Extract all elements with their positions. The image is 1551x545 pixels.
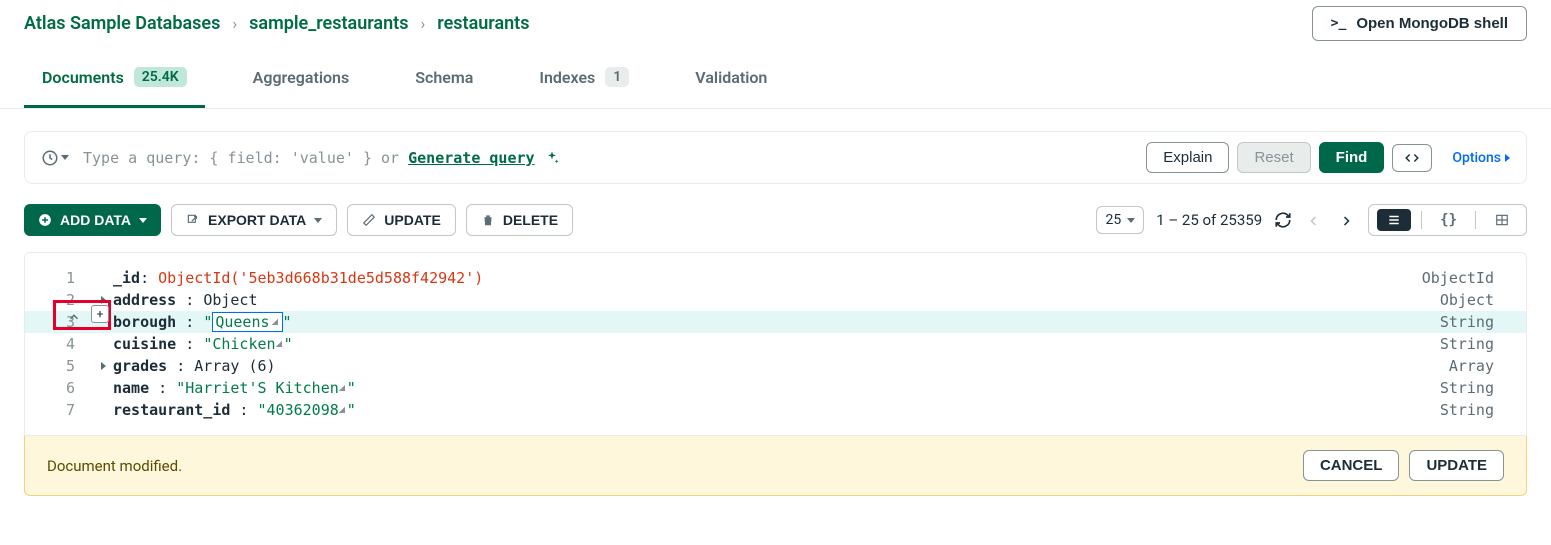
- doc-line-cuisine[interactable]: 4 cuisine : "Chicken"String: [25, 333, 1526, 355]
- query-bar: Type a query: { field: 'value' } or Gene…: [24, 131, 1527, 184]
- field-value-input[interactable]: Queens: [212, 312, 282, 332]
- chevron-right-icon: ›: [232, 14, 237, 33]
- export-data-label: EXPORT DATA: [208, 212, 306, 228]
- modified-footer: Document modified. CANCEL UPDATE: [24, 436, 1527, 496]
- list-icon: [1385, 213, 1403, 227]
- chevron-right-icon: ›: [420, 14, 425, 33]
- tabs: Documents 25.4K Aggregations Schema Inde…: [0, 47, 1551, 109]
- sparkle-icon: [544, 150, 560, 166]
- open-shell-button[interactable]: >_ Open MongoDB shell: [1312, 6, 1527, 41]
- expand-gutter[interactable]: [93, 362, 113, 370]
- query-input[interactable]: Type a query: { field: 'value' } or Gene…: [83, 149, 1132, 167]
- line-content[interactable]: restaurant_id : "40362098": [113, 401, 1440, 419]
- find-button[interactable]: Find: [1319, 142, 1385, 173]
- delete-label: DELETE: [503, 212, 558, 228]
- line-number: 1: [25, 269, 93, 287]
- query-placeholder: Type a query: { field: 'value' } or: [83, 149, 408, 167]
- page-size-select[interactable]: 25: [1096, 206, 1144, 234]
- options-label: Options: [1452, 150, 1501, 166]
- field-type: String: [1440, 401, 1510, 419]
- doc-line-_id[interactable]: 1 _id: ObjectId('5eb3d668b31de5d588f42942…: [25, 267, 1526, 289]
- tab-indexes[interactable]: Indexes 1: [521, 47, 647, 108]
- tab-validation[interactable]: Validation: [677, 47, 785, 108]
- field-type: Array: [1449, 357, 1510, 375]
- save-update-button[interactable]: UPDATE: [1409, 450, 1504, 481]
- tab-label: Schema: [415, 68, 473, 87]
- tab-aggregations[interactable]: Aggregations: [235, 47, 368, 108]
- cancel-button[interactable]: CANCEL: [1303, 450, 1400, 481]
- view-list-button[interactable]: [1377, 209, 1411, 231]
- footer-message: Document modified.: [47, 457, 182, 475]
- reset-button[interactable]: Reset: [1237, 142, 1310, 173]
- tab-schema[interactable]: Schema: [397, 47, 491, 108]
- document-panel: + 1 _id: ObjectId('5eb3d668b31de5d588f429…: [24, 252, 1527, 436]
- tab-badge: 25.4K: [134, 67, 187, 87]
- line-number: 6: [25, 379, 93, 397]
- tab-badge: 1: [605, 67, 629, 87]
- options-link[interactable]: Options: [1452, 150, 1510, 166]
- field-type: ObjectId: [1422, 269, 1510, 287]
- line-content[interactable]: name : "Harriet'S Kitchen": [113, 379, 1440, 397]
- tab-label: Indexes: [539, 68, 595, 87]
- collapse-icon[interactable]: [67, 306, 81, 325]
- line-content[interactable]: _id: ObjectId('5eb3d668b31de5d588f42942'…: [113, 269, 1422, 287]
- line-number: 4: [25, 335, 93, 353]
- history-icon[interactable]: [41, 149, 69, 167]
- breadcrumb-collection[interactable]: restaurants: [437, 13, 529, 34]
- line-content[interactable]: address : Object: [113, 291, 1440, 309]
- line-number: 7: [25, 401, 93, 419]
- page-size-value: 25: [1105, 212, 1121, 228]
- field-type: String: [1440, 313, 1510, 331]
- line-content[interactable]: borough : "Queens": [113, 313, 1440, 331]
- view-json-button[interactable]: {}: [1432, 208, 1465, 232]
- explain-button[interactable]: Explain: [1146, 142, 1229, 173]
- line-number: 5: [25, 357, 93, 375]
- field-type: String: [1440, 335, 1510, 353]
- tab-label: Documents: [42, 68, 124, 87]
- line-content[interactable]: cuisine : "Chicken": [113, 335, 1440, 353]
- field-type: String: [1440, 379, 1510, 397]
- breadcrumb-db[interactable]: Atlas Sample Databases: [24, 13, 220, 34]
- prev-page-button[interactable]: [1304, 210, 1324, 231]
- next-page-button[interactable]: [1336, 210, 1356, 231]
- tab-label: Validation: [695, 68, 767, 87]
- doc-line-grades[interactable]: 5 grades : Array (6)Array: [25, 355, 1526, 377]
- page-info: 1 – 25 of 25359: [1156, 211, 1262, 229]
- field-type: Object: [1440, 291, 1510, 309]
- doc-line-restaurant_id[interactable]: 7 restaurant_id : "40362098"String: [25, 399, 1526, 421]
- pencil-icon: [362, 213, 376, 227]
- code-toggle-button[interactable]: [1392, 144, 1432, 172]
- view-toggle: {}: [1368, 204, 1527, 236]
- table-icon: [1494, 213, 1510, 227]
- export-data-button[interactable]: EXPORT DATA: [171, 204, 337, 236]
- add-data-button[interactable]: ADD DATA: [24, 204, 161, 236]
- refresh-icon[interactable]: [1274, 211, 1292, 229]
- breadcrumb: Atlas Sample Databases › sample_restaura…: [24, 13, 529, 34]
- toolbar: ADD DATA EXPORT DATA UPDATE DELETE 25 1 …: [0, 184, 1551, 252]
- trash-icon: [481, 213, 495, 227]
- breadcrumb-collection-group[interactable]: sample_restaurants: [249, 13, 408, 34]
- doc-line-borough[interactable]: 3borough : "Queens"String: [25, 311, 1526, 333]
- doc-line-name[interactable]: 6 name : "Harriet'S Kitchen"String: [25, 377, 1526, 399]
- line-content[interactable]: grades : Array (6): [113, 357, 1449, 375]
- tab-label: Aggregations: [253, 68, 350, 87]
- terminal-icon: >_: [1331, 16, 1347, 31]
- export-icon: [186, 213, 200, 227]
- delete-button[interactable]: DELETE: [466, 204, 573, 236]
- add-field-button[interactable]: +: [91, 305, 109, 323]
- doc-line-address[interactable]: 2address : ObjectObject: [25, 289, 1526, 311]
- update-button[interactable]: UPDATE: [347, 204, 456, 236]
- generate-query-link[interactable]: Generate query: [408, 149, 534, 167]
- add-data-label: ADD DATA: [60, 212, 131, 228]
- open-shell-label: Open MongoDB shell: [1356, 15, 1508, 32]
- update-label: UPDATE: [384, 212, 441, 228]
- view-table-button[interactable]: [1486, 209, 1518, 231]
- tab-documents[interactable]: Documents 25.4K: [24, 47, 205, 108]
- plus-circle-icon: [38, 213, 52, 227]
